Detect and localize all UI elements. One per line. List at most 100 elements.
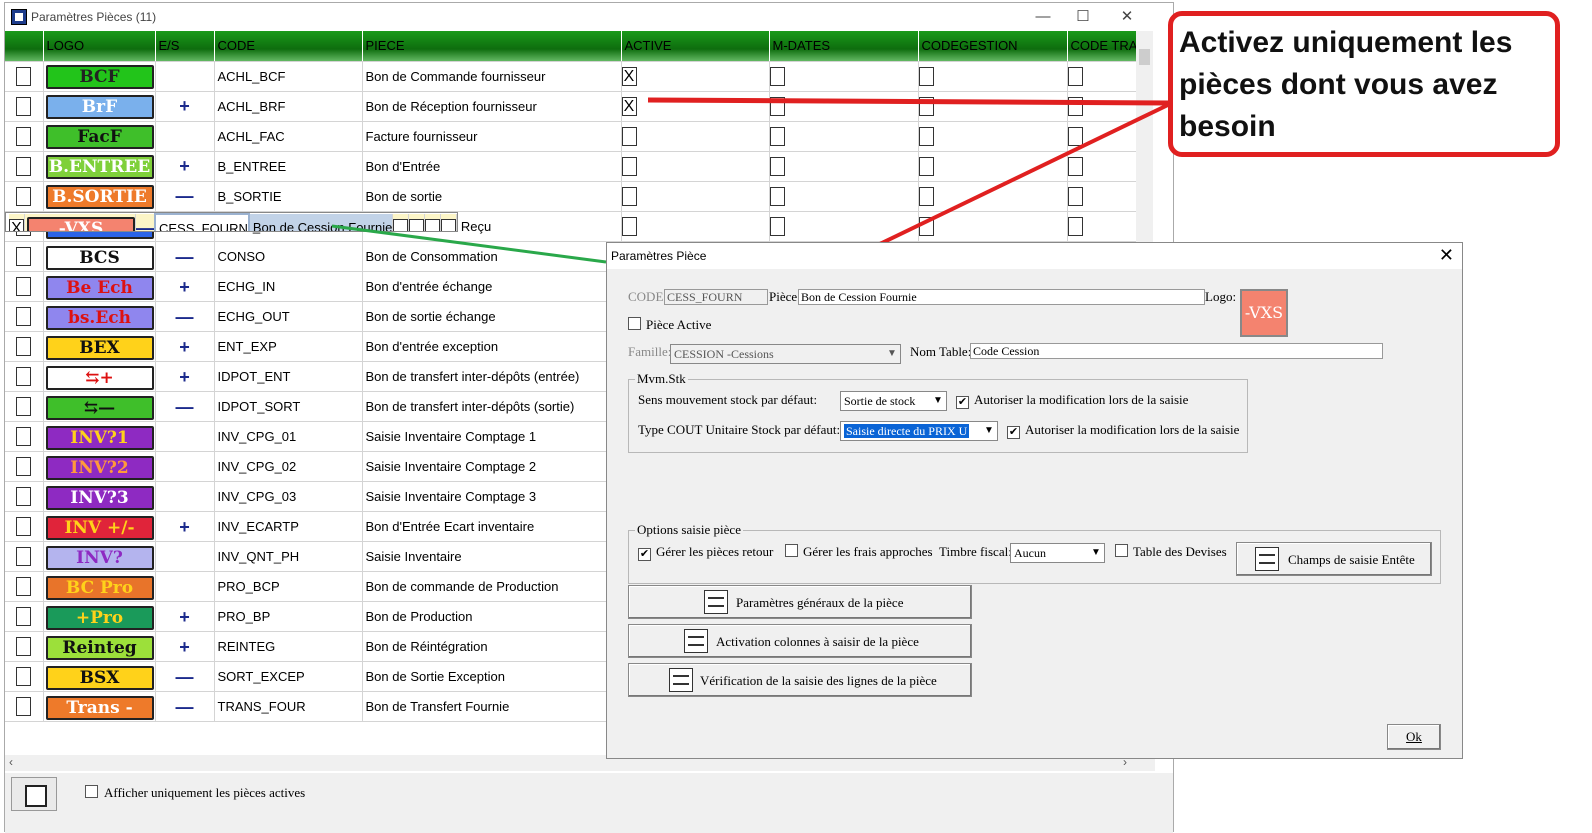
row-selector[interactable] — [5, 451, 44, 482]
column-header-codegestion[interactable]: CODEGESTION — [918, 31, 1068, 62]
active-checkbox[interactable] — [621, 186, 637, 206]
row-selector[interactable] — [5, 601, 44, 632]
code-tra-cell[interactable] — [1067, 211, 1148, 242]
retour-checkbox[interactable]: ✔ Gérer les pièces retour — [638, 544, 773, 561]
m-dates-cell[interactable] — [769, 151, 919, 182]
code-cell[interactable]: REINTEG — [214, 631, 363, 662]
m-dates-cell[interactable] — [769, 121, 919, 152]
code-cell[interactable]: CESS_FOURN — [154, 212, 250, 231]
code-tra-cell[interactable] — [1067, 91, 1148, 122]
codegestion-checkbox[interactable] — [918, 66, 934, 86]
row-selector[interactable] — [5, 511, 44, 542]
code-cell[interactable]: ECHG_IN — [214, 271, 363, 302]
column-header-piece[interactable]: PIECE — [362, 31, 622, 62]
piece-cell[interactable]: Bon de transfert inter-dépôts (sortie) — [362, 391, 622, 422]
code-tra-cell[interactable] — [1067, 121, 1148, 152]
active-cell[interactable] — [392, 213, 410, 231]
codegestion-cell[interactable] — [918, 61, 1068, 92]
piece-cell[interactable]: Bon d'Entrée — [362, 151, 622, 182]
codegestion-cell[interactable] — [918, 211, 1068, 242]
row-selector[interactable] — [5, 181, 44, 212]
logo-preview[interactable]: -VXS — [1240, 289, 1288, 337]
code-cell[interactable]: CONSO — [214, 241, 363, 272]
code-tra-checkbox[interactable] — [1067, 156, 1083, 176]
maximize-button[interactable]: ☐ — [1065, 6, 1101, 28]
piece-cell[interactable]: Bon de Consommation — [362, 241, 622, 272]
code-tra-checkbox[interactable] — [1067, 126, 1083, 146]
frais-checkbox[interactable]: Gérer les frais approches — [785, 544, 933, 560]
piece-cell[interactable]: Bon de sortie — [362, 181, 622, 212]
row-select-checkbox[interactable] — [16, 607, 32, 626]
champs-saisie-entete-button[interactable]: Champs de saisie Entête — [1236, 542, 1432, 576]
ok-button[interactable]: Ok — [1387, 724, 1441, 750]
activation-colonnes-button[interactable]: Activation colonnes à saisir de la pièce — [628, 624, 972, 658]
edit-piece-button[interactable] — [11, 777, 57, 811]
row-select-checkbox[interactable] — [16, 156, 32, 176]
m-dates-checkbox[interactable] — [769, 186, 785, 206]
codegestion-cell[interactable] — [918, 181, 1068, 212]
row-select-checkbox[interactable] — [16, 126, 32, 146]
scrollbar-thumb[interactable] — [1139, 49, 1150, 65]
piece-cell[interactable]: Saisie Inventaire — [362, 541, 622, 572]
row-select-checkbox[interactable] — [16, 66, 32, 86]
row-select-checkbox[interactable] — [16, 577, 32, 596]
piece-field[interactable]: Bon de Cession Fournie — [798, 289, 1205, 305]
piece-cell[interactable]: Saisie Inventaire Comptage 3 — [362, 481, 622, 512]
code-tra-cell[interactable] — [1067, 181, 1148, 212]
piece-cell[interactable]: Bon de Transfert Fournie — [362, 691, 622, 722]
piece-active-checkbox[interactable]: Pièce Active — [628, 317, 711, 333]
code-cell[interactable]: IDPOT_ENT — [214, 361, 363, 392]
codegestion-cell[interactable] — [918, 91, 1068, 122]
table-row[interactable]: B.ENTREE + B_ENTREE Bon d'Entrée — [5, 151, 1148, 182]
code-cell[interactable]: ACHL_BRF — [214, 91, 363, 122]
piece-cell[interactable]: Bon de transfert inter-dépôts (entrée) — [362, 361, 622, 392]
row-selector[interactable] — [5, 541, 44, 572]
parametres-generaux-button[interactable]: Paramètres généraux de la pièce — [628, 585, 972, 619]
piece-cell[interactable]: Bon d'entrée échange — [362, 271, 622, 302]
row-selector[interactable] — [5, 271, 44, 302]
row-selector[interactable] — [5, 391, 44, 422]
m-dates-checkbox[interactable] — [769, 216, 785, 236]
column-header-code-tra[interactable]: CODE TRA — [1067, 31, 1148, 62]
active-checkbox[interactable] — [621, 156, 637, 176]
checkbox-box[interactable]: ✔ — [638, 548, 651, 561]
m-dates-checkbox[interactable] — [769, 156, 785, 176]
piece-cell[interactable]: Bon de Cession Fournie — [248, 213, 394, 231]
timbre-select[interactable]: Aucun ▼ — [1010, 543, 1105, 563]
cout-allow-checkbox[interactable]: ✔ Autoriser la modification lors de la sa… — [1007, 422, 1239, 439]
code-cell[interactable]: INV_CPG_02 — [214, 451, 363, 482]
code-cell[interactable]: ECHG_OUT — [214, 301, 363, 332]
row-select-checkbox[interactable] — [16, 487, 32, 506]
row-selector[interactable] — [5, 151, 44, 182]
piece-cell[interactable]: Facture fournisseur — [362, 121, 622, 152]
piece-cell[interactable]: Bon d'entrée exception — [362, 331, 622, 362]
table-row[interactable]: X -VXS — CESS_FOURN Bon de Cession Fournie — [5, 211, 459, 232]
row-select-checkbox[interactable] — [16, 517, 32, 536]
chevron-down-icon[interactable]: ▼ — [981, 422, 997, 440]
row-selector[interactable] — [5, 631, 44, 662]
code-tra-cell[interactable] — [1067, 151, 1148, 182]
row-select-checkbox[interactable] — [16, 247, 32, 266]
active-cell[interactable] — [621, 211, 770, 242]
active-checkbox[interactable] — [621, 126, 637, 146]
row-select-checkbox[interactable] — [16, 96, 32, 116]
code-tra-checkbox[interactable] — [1067, 216, 1083, 236]
m-dates-checkbox[interactable] — [769, 66, 785, 86]
piece-cell[interactable]: Bon de Réintégration — [362, 631, 622, 662]
piece-cell[interactable]: Bon de sortie échange — [362, 301, 622, 332]
sens-allow-checkbox[interactable]: ✔ Autoriser la modification lors de la sa… — [956, 392, 1188, 409]
code-tra-checkbox[interactable] — [1067, 96, 1083, 116]
row-select-checkbox[interactable] — [16, 667, 32, 686]
row-select-checkbox[interactable] — [16, 367, 32, 386]
m-dates-cell[interactable] — [769, 181, 919, 212]
active-cell[interactable] — [621, 181, 770, 212]
m-dates-checkbox[interactable] — [769, 126, 785, 146]
piece-cell[interactable]: Bon de commande de Production — [362, 571, 622, 602]
code-cell[interactable]: TRANS_FOUR — [214, 691, 363, 722]
code-cell[interactable]: B_ENTREE — [214, 151, 363, 182]
code-cell[interactable]: PRO_BCP — [214, 571, 363, 602]
row-select-checkbox[interactable] — [16, 547, 32, 566]
code-cell[interactable]: PRO_BP — [214, 601, 363, 632]
code-cell[interactable]: IDPOT_SORT — [214, 391, 363, 422]
sens-select[interactable]: Sortie de stock ▼ — [840, 391, 947, 411]
